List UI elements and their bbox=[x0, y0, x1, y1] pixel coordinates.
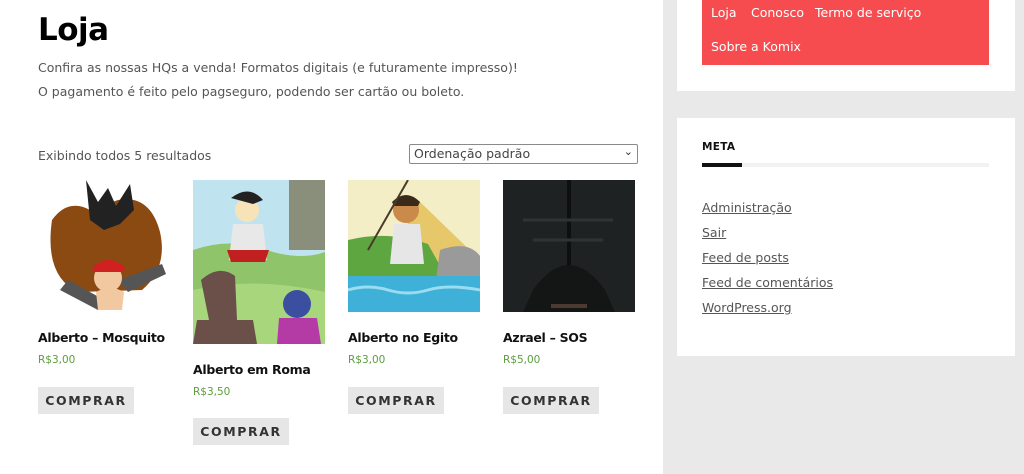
product-name[interactable]: Alberto em Roma bbox=[193, 362, 311, 377]
meta-link-sair[interactable]: Sair bbox=[702, 225, 726, 240]
product-price: R$3,50 bbox=[193, 386, 231, 398]
product-price: R$3,00 bbox=[348, 354, 386, 366]
product-image-alberto-mosquito[interactable] bbox=[38, 180, 170, 312]
nav-item-sobre-a-komix[interactable]: Sobre a Komix bbox=[711, 39, 801, 54]
meta-link-administracao[interactable]: Administração bbox=[702, 200, 792, 215]
product-card: Alberto – Mosquito R$3,00 COMPRAR bbox=[38, 180, 170, 420]
meta-title: META bbox=[702, 141, 736, 153]
product-image-azrael-sos[interactable] bbox=[503, 180, 635, 312]
result-count: Exibindo todos 5 resultados bbox=[38, 148, 212, 163]
nav-item-conosco[interactable]: Conosco bbox=[751, 5, 804, 20]
product-image-alberto-em-roma[interactable] bbox=[193, 180, 325, 344]
buy-button[interactable]: COMPRAR bbox=[348, 387, 444, 414]
buy-button[interactable]: COMPRAR bbox=[503, 387, 599, 414]
meta-link-wordpress-org[interactable]: WordPress.org bbox=[702, 300, 792, 315]
shop-intro-formats: Confira as nossas HQs a venda! Formatos … bbox=[38, 60, 518, 75]
product-name[interactable]: Alberto no Egito bbox=[348, 330, 458, 345]
nav-item-loja[interactable]: Loja bbox=[711, 5, 737, 20]
product-name[interactable]: Alberto – Mosquito bbox=[38, 330, 165, 345]
sort-selected-value: Ordenação padrão bbox=[414, 146, 531, 161]
product-price: R$5,00 bbox=[503, 354, 541, 366]
nav-item-termo-de-servico[interactable]: Termo de serviço bbox=[815, 5, 921, 20]
product-card: Alberto no Egito R$3,00 COMPRAR bbox=[348, 180, 480, 420]
product-image-alberto-no-egito[interactable] bbox=[348, 180, 480, 312]
meta-widget: META Administração Sair Feed de posts Fe… bbox=[677, 118, 1015, 356]
nav-widget: Loja Conosco Termo de serviço Sobre a Ko… bbox=[677, 0, 1015, 91]
buy-button[interactable]: COMPRAR bbox=[38, 387, 134, 414]
meta-link-feed-de-posts[interactable]: Feed de posts bbox=[702, 250, 789, 265]
sort-select[interactable]: Ordenação padrão ⌄ bbox=[409, 144, 638, 164]
meta-link-feed-de-comentarios[interactable]: Feed de comentários bbox=[702, 275, 833, 290]
shop-intro-payment: O pagamento é feito pelo pagseguro, pode… bbox=[38, 84, 465, 99]
chevron-down-icon: ⌄ bbox=[623, 145, 633, 158]
product-card: Alberto em Roma R$3,50 COMPRAR bbox=[193, 180, 325, 450]
product-name[interactable]: Azrael – SOS bbox=[503, 330, 588, 345]
buy-button[interactable]: COMPRAR bbox=[193, 418, 289, 445]
page-title: Loja bbox=[38, 12, 109, 48]
meta-divider bbox=[702, 163, 989, 167]
shop-content: Loja Confira as nossas HQs a venda! Form… bbox=[0, 0, 663, 474]
product-card: Azrael – SOS R$5,00 COMPRAR bbox=[503, 180, 635, 420]
product-price: R$3,00 bbox=[38, 354, 76, 366]
nav-menu: Loja Conosco Termo de serviço Sobre a Ko… bbox=[702, 0, 989, 65]
